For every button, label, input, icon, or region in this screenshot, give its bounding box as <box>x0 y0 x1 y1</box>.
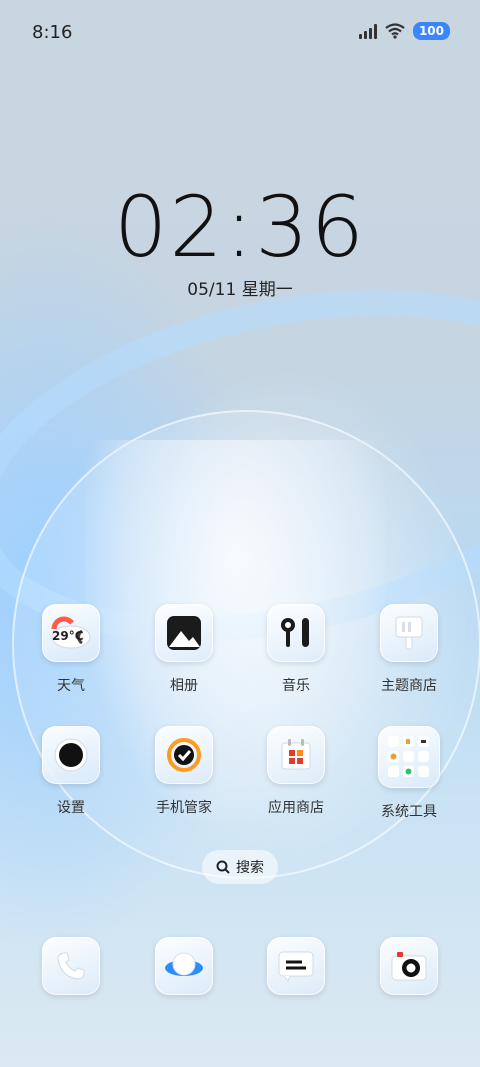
settings-icon <box>42 726 100 784</box>
app-phone-manager[interactable]: 手机管家 <box>139 726 229 817</box>
app-label: 设置 <box>57 800 85 816</box>
app-label: 手机管家 <box>156 800 212 816</box>
gallery-icon <box>155 604 213 662</box>
app-gallery[interactable]: 相册 <box>139 604 229 695</box>
status-icons: 100 <box>358 22 450 40</box>
search-label: 搜索 <box>236 860 264 876</box>
weather-temp: 29°C <box>52 629 84 643</box>
home-date[interactable]: 05/11 星期一 <box>0 275 480 300</box>
music-icon <box>267 604 325 662</box>
app-settings[interactable]: 设置 <box>26 726 116 817</box>
system-tools-folder-icon <box>378 726 440 788</box>
app-label: 系统工具 <box>381 804 437 820</box>
weather-icon: 29°C <box>42 604 100 662</box>
app-weather[interactable]: 29°C 天气 <box>26 604 116 695</box>
camera-icon <box>380 937 438 995</box>
wifi-icon <box>385 23 405 39</box>
dock-browser[interactable] <box>139 937 229 995</box>
phone-icon <box>42 937 100 995</box>
signal-icon <box>358 23 377 39</box>
phone-manager-icon <box>155 726 213 784</box>
home-clock[interactable]: 02:36 <box>0 178 480 276</box>
search-icon <box>216 860 230 874</box>
app-music[interactable]: 音乐 <box>251 604 341 695</box>
dock-camera[interactable] <box>364 937 454 995</box>
app-theme-store[interactable]: 主题商店 <box>364 604 454 695</box>
app-label: 主题商店 <box>381 678 437 694</box>
app-label: 相册 <box>170 678 198 694</box>
app-label: 音乐 <box>282 678 310 694</box>
app-system-tools-folder[interactable]: 系统工具 <box>364 726 454 821</box>
status-time: 8:16 <box>32 22 73 43</box>
app-store-icon <box>267 726 325 784</box>
battery-indicator: 100 <box>412 22 450 40</box>
dock-messages[interactable] <box>251 937 341 995</box>
app-label: 应用商店 <box>268 800 324 816</box>
browser-icon <box>155 937 213 995</box>
app-app-store[interactable]: 应用商店 <box>251 726 341 817</box>
theme-store-icon <box>380 604 438 662</box>
search-button[interactable]: 搜索 <box>202 850 278 884</box>
app-label: 天气 <box>57 678 85 694</box>
messages-icon <box>267 937 325 995</box>
status-bar: 8:16 100 <box>0 0 480 66</box>
dock-phone[interactable] <box>26 937 116 995</box>
